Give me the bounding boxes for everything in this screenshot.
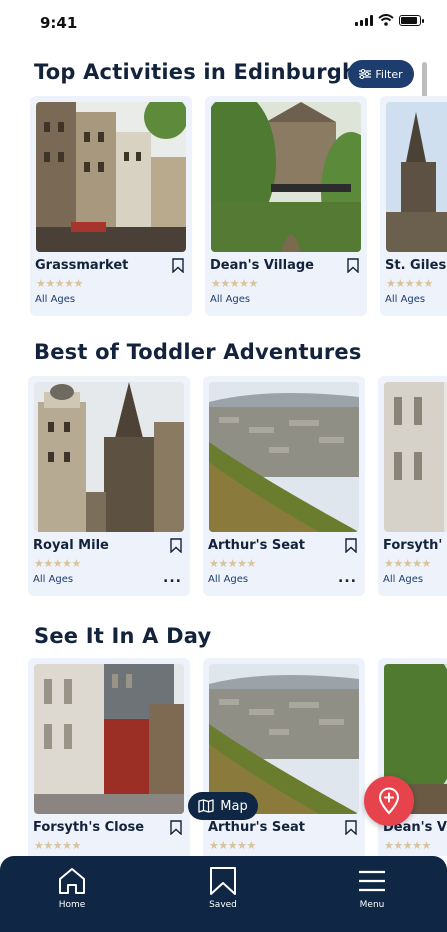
activity-name: Dean's Village — [210, 258, 314, 273]
activity-photo — [384, 382, 447, 532]
bookmark-icon[interactable] — [170, 820, 182, 835]
map-icon — [198, 799, 214, 813]
section-title-top-activities: Top Activities in Edinburgh — [34, 60, 358, 84]
sliders-icon — [359, 69, 372, 79]
activity-photo — [34, 664, 184, 814]
activity-card[interactable]: Royal Mile ★★★★★ All Ages ... — [28, 376, 190, 596]
bottom-navigation: Home Saved Menu — [0, 856, 447, 932]
map-label: Map — [220, 798, 248, 814]
age-label: All Ages — [208, 574, 249, 585]
status-time: 9:41 — [40, 14, 78, 32]
activity-photo — [209, 382, 359, 532]
carousel-toddler-adventures[interactable]: Royal Mile ★★★★★ All Ages ... Arthur's S… — [0, 376, 447, 596]
add-location-pin-icon — [378, 787, 400, 815]
rating-stars: ★★★★★ — [386, 277, 433, 290]
activity-card[interactable]: St. Giles ★★★★★ All Ages — [380, 96, 447, 316]
menu-icon — [359, 870, 385, 892]
age-label: All Ages — [35, 294, 76, 305]
age-label: All Ages — [385, 294, 426, 305]
section-title-toddler-adventures: Best of Toddler Adventures — [34, 340, 362, 364]
bookmark-icon — [210, 867, 236, 895]
activity-card[interactable]: Arthur's Seat ★★★★★ — [203, 658, 365, 856]
activity-name: Grassmarket — [35, 258, 129, 273]
rating-stars: ★★★★★ — [209, 839, 256, 852]
carousel-top-activities[interactable]: Grassmarket ★★★★★ All Ages Dean's Villag… — [0, 96, 447, 316]
activity-name: St. Giles — [385, 258, 447, 273]
rating-stars: ★★★★★ — [211, 277, 258, 290]
rating-stars: ★★★★★ — [384, 839, 431, 852]
activity-photo — [36, 102, 186, 252]
activity-photo — [211, 102, 361, 252]
rating-stars: ★★★★★ — [209, 557, 256, 570]
more-options-button[interactable]: ... — [338, 570, 357, 586]
section-title-see-it-in-a-day: See It In A Day — [34, 624, 212, 648]
wifi-icon — [378, 14, 394, 26]
home-icon — [59, 868, 85, 894]
rating-stars: ★★★★★ — [384, 557, 431, 570]
filter-label: Filter — [375, 67, 403, 81]
bookmark-icon[interactable] — [345, 820, 357, 835]
rating-stars: ★★★★★ — [34, 557, 81, 570]
activity-card[interactable]: Forsyth' ★★★★★ All Ages — [378, 376, 447, 596]
activity-card[interactable]: Grassmarket ★★★★★ All Ages — [30, 96, 192, 316]
activity-card[interactable]: Forsyth's Close ★★★★★ — [28, 658, 190, 856]
bookmark-icon[interactable] — [347, 258, 359, 273]
nav-label-saved: Saved — [209, 900, 237, 910]
age-label: All Ages — [210, 294, 251, 305]
bookmark-icon[interactable] — [345, 538, 357, 553]
rating-stars: ★★★★★ — [36, 277, 83, 290]
filter-button[interactable]: Filter — [348, 60, 414, 88]
rating-stars: ★★★★★ — [34, 839, 81, 852]
battery-icon — [399, 14, 424, 26]
activity-name: Forsyth' — [383, 538, 443, 553]
activity-photo — [386, 102, 447, 252]
activity-name: Forsyth's Close — [33, 820, 145, 835]
cellular-signal-icon — [355, 14, 373, 26]
nav-item-home[interactable]: Home — [32, 866, 112, 910]
nav-label-home: Home — [58, 900, 86, 910]
activity-name: Royal Mile — [33, 538, 109, 553]
activity-photo — [34, 382, 184, 532]
nav-item-menu[interactable]: Menu — [332, 866, 412, 910]
bookmark-icon[interactable] — [172, 258, 184, 273]
carousel-see-it-in-a-day[interactable]: Forsyth's Close ★★★★★ Arthur's Seat ★★★★… — [0, 658, 447, 856]
activity-name: Arthur's Seat — [208, 820, 306, 835]
status-bar: 9:41 — [0, 0, 447, 44]
nav-label-menu: Menu — [359, 900, 385, 910]
nav-item-saved[interactable]: Saved — [183, 866, 263, 910]
add-location-button[interactable] — [364, 776, 414, 826]
status-icons — [355, 14, 424, 26]
map-button[interactable]: Map — [188, 792, 258, 820]
activity-name: Arthur's Seat — [208, 538, 306, 553]
bookmark-icon[interactable] — [170, 538, 182, 553]
age-label: All Ages — [33, 574, 74, 585]
age-label: All Ages — [383, 574, 424, 585]
more-options-button[interactable]: ... — [163, 570, 182, 586]
activity-card[interactable]: Dean's V ★★★★★ — [378, 658, 447, 856]
activity-card[interactable]: Arthur's Seat ★★★★★ All Ages ... — [203, 376, 365, 596]
activity-card[interactable]: Dean's Village ★★★★★ All Ages — [205, 96, 367, 316]
battery-level — [401, 16, 418, 24]
